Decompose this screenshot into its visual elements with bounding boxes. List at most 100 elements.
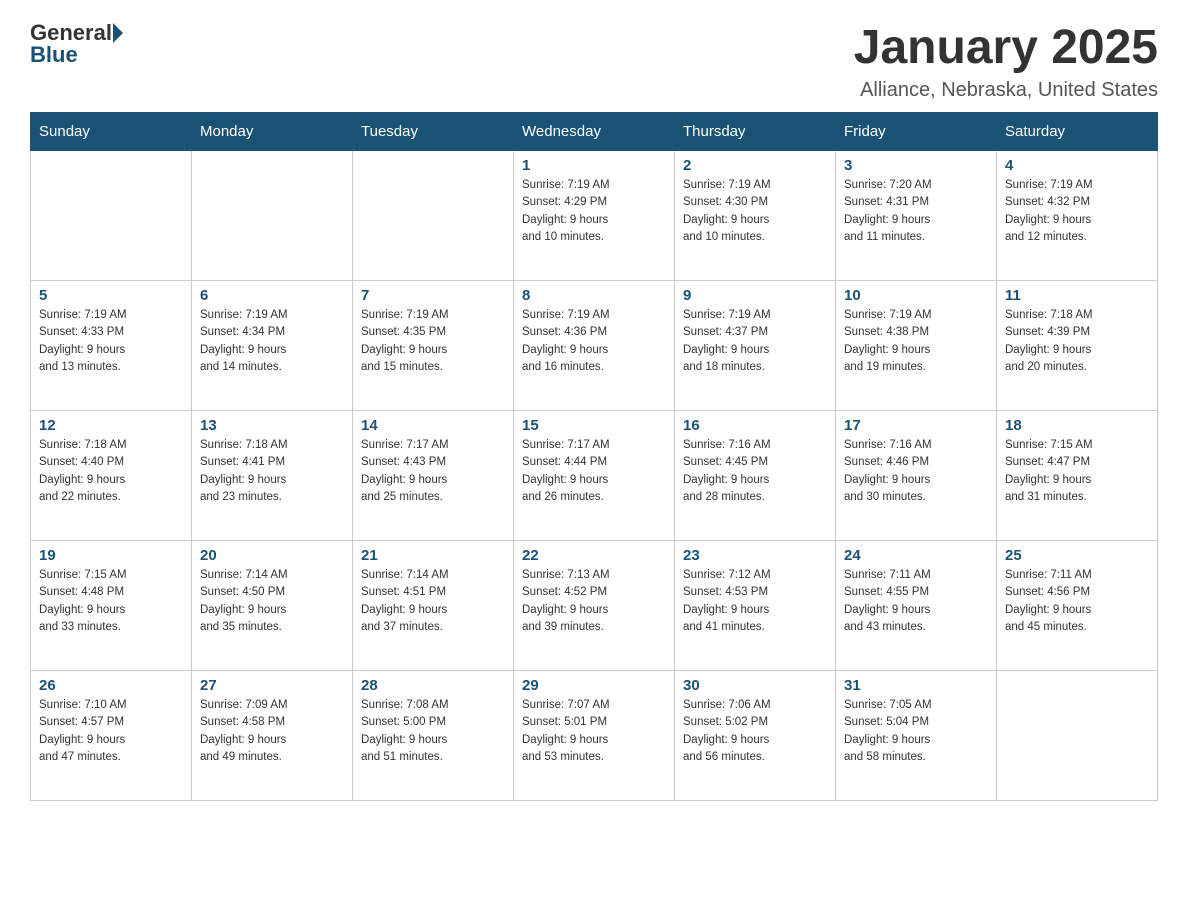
weekday-header-saturday: Saturday — [997, 113, 1158, 151]
calendar-week-2: 5 Sunrise: 7:19 AMSunset: 4:33 PMDaylight… — [31, 281, 1158, 411]
calendar-cell: 19 Sunrise: 7:15 AMSunset: 4:48 PMDayligh… — [31, 541, 192, 671]
day-info: Sunrise: 7:19 AMSunset: 4:36 PMDaylight:… — [522, 307, 666, 376]
day-info: Sunrise: 7:19 AMSunset: 4:33 PMDaylight:… — [39, 307, 183, 376]
day-number: 29 — [522, 677, 666, 694]
day-info: Sunrise: 7:18 AMSunset: 4:41 PMDaylight:… — [200, 437, 344, 506]
day-info: Sunrise: 7:11 AMSunset: 4:55 PMDaylight:… — [844, 567, 988, 636]
calendar-cell: 23Sunrise: 7:12 AMSunset: 4:53 PMDayligh… — [675, 541, 836, 671]
weekday-header-sunday: Sunday — [31, 113, 192, 151]
calendar-table: SundayMondayTuesdayWednesdayThursdayFrid… — [30, 112, 1158, 801]
logo: General Blue — [30, 20, 124, 68]
calendar-cell: 8 Sunrise: 7:19 AMSunset: 4:36 PMDaylight… — [514, 281, 675, 411]
day-info: Sunrise: 7:14 AMSunset: 4:51 PMDaylight:… — [361, 567, 505, 636]
day-info: Sunrise: 7:05 AMSunset: 5:04 PMDaylight:… — [844, 697, 988, 766]
day-info: Sunrise: 7:16 AMSunset: 4:46 PMDaylight:… — [844, 437, 988, 506]
calendar-body: 1Sunrise: 7:19 AMSunset: 4:29 PMDaylight… — [31, 151, 1158, 801]
weekday-header-thursday: Thursday — [675, 113, 836, 151]
calendar-cell: 16 Sunrise: 7:16 AMSunset: 4:45 PMDayligh… — [675, 411, 836, 541]
calendar-cell: 3 Sunrise: 7:20 AMSunset: 4:31 PMDaylight… — [836, 151, 997, 281]
day-info: Sunrise: 7:18 AMSunset: 4:39 PMDaylight:… — [1005, 307, 1149, 376]
day-number: 16 — [683, 417, 827, 434]
day-number: 18 — [1005, 417, 1149, 434]
day-number: 6 — [200, 287, 344, 304]
day-number: 15 — [522, 417, 666, 434]
calendar-week-1: 1Sunrise: 7:19 AMSunset: 4:29 PMDaylight… — [31, 151, 1158, 281]
calendar-cell: 28Sunrise: 7:08 AMSunset: 5:00 PMDayligh… — [353, 671, 514, 801]
day-info: Sunrise: 7:06 AMSunset: 5:02 PMDaylight:… — [683, 697, 827, 766]
day-info: Sunrise: 7:09 AMSunset: 4:58 PMDaylight:… — [200, 697, 344, 766]
day-info: Sunrise: 7:14 AMSunset: 4:50 PMDaylight:… — [200, 567, 344, 636]
day-info: Sunrise: 7:17 AMSunset: 4:44 PMDaylight:… — [522, 437, 666, 506]
day-number: 11 — [1005, 287, 1149, 304]
calendar-cell — [353, 151, 514, 281]
weekday-header-friday: Friday — [836, 113, 997, 151]
day-number: 3 — [844, 157, 988, 174]
calendar-cell: 18 Sunrise: 7:15 AMSunset: 4:47 PMDayligh… — [997, 411, 1158, 541]
day-info: Sunrise: 7:15 AMSunset: 4:47 PMDaylight:… — [1005, 437, 1149, 506]
calendar-cell: 29 Sunrise: 7:07 AMSunset: 5:01 PMDayligh… — [514, 671, 675, 801]
day-info: Sunrise: 7:19 AMSunset: 4:34 PMDaylight:… — [200, 307, 344, 376]
day-number: 20 — [200, 547, 344, 564]
day-info: Sunrise: 7:13 AMSunset: 4:52 PMDaylight:… — [522, 567, 666, 636]
day-number: 4 — [1005, 157, 1149, 174]
day-info: Sunrise: 7:12 AMSunset: 4:53 PMDaylight:… — [683, 567, 827, 636]
calendar-cell: 1Sunrise: 7:19 AMSunset: 4:29 PMDaylight… — [514, 151, 675, 281]
calendar-cell — [31, 151, 192, 281]
day-info: Sunrise: 7:11 AMSunset: 4:56 PMDaylight:… — [1005, 567, 1149, 636]
calendar-cell: 6 Sunrise: 7:19 AMSunset: 4:34 PMDaylight… — [192, 281, 353, 411]
day-info: Sunrise: 7:19 AMSunset: 4:35 PMDaylight:… — [361, 307, 505, 376]
calendar-cell: 24 Sunrise: 7:11 AMSunset: 4:55 PMDayligh… — [836, 541, 997, 671]
day-number: 9 — [683, 287, 827, 304]
calendar-cell: 9 Sunrise: 7:19 AMSunset: 4:37 PMDaylight… — [675, 281, 836, 411]
day-info: Sunrise: 7:08 AMSunset: 5:00 PMDaylight:… — [361, 697, 505, 766]
day-number: 5 — [39, 287, 183, 304]
location-title: Alliance, Nebraska, United States — [854, 79, 1158, 102]
calendar-header: SundayMondayTuesdayWednesdayThursdayFrid… — [31, 113, 1158, 151]
calendar-cell: 7 Sunrise: 7:19 AMSunset: 4:35 PMDaylight… — [353, 281, 514, 411]
day-info: Sunrise: 7:20 AMSunset: 4:31 PMDaylight:… — [844, 177, 988, 246]
day-number: 22 — [522, 547, 666, 564]
day-number: 2 — [683, 157, 827, 174]
day-number: 14 — [361, 417, 505, 434]
calendar-cell: 31Sunrise: 7:05 AMSunset: 5:04 PMDayligh… — [836, 671, 997, 801]
day-number: 1 — [522, 157, 666, 174]
calendar-cell: 17 Sunrise: 7:16 AMSunset: 4:46 PMDayligh… — [836, 411, 997, 541]
day-number: 8 — [522, 287, 666, 304]
day-number: 12 — [39, 417, 183, 434]
day-info: Sunrise: 7:16 AMSunset: 4:45 PMDaylight:… — [683, 437, 827, 506]
calendar-cell: 27 Sunrise: 7:09 AMSunset: 4:58 PMDayligh… — [192, 671, 353, 801]
day-number: 24 — [844, 547, 988, 564]
day-info: Sunrise: 7:19 AMSunset: 4:32 PMDaylight:… — [1005, 177, 1149, 246]
calendar-week-3: 12 Sunrise: 7:18 AMSunset: 4:40 PMDayligh… — [31, 411, 1158, 541]
day-number: 7 — [361, 287, 505, 304]
day-number: 19 — [39, 547, 183, 564]
calendar-cell: 4 Sunrise: 7:19 AMSunset: 4:32 PMDaylight… — [997, 151, 1158, 281]
day-number: 21 — [361, 547, 505, 564]
calendar-cell: 13 Sunrise: 7:18 AMSunset: 4:41 PMDayligh… — [192, 411, 353, 541]
calendar-cell: 15 Sunrise: 7:17 AMSunset: 4:44 PMDayligh… — [514, 411, 675, 541]
calendar-cell — [997, 671, 1158, 801]
day-number: 27 — [200, 677, 344, 694]
day-info: Sunrise: 7:07 AMSunset: 5:01 PMDaylight:… — [522, 697, 666, 766]
day-number: 17 — [844, 417, 988, 434]
day-info: Sunrise: 7:17 AMSunset: 4:43 PMDaylight:… — [361, 437, 505, 506]
weekday-header-tuesday: Tuesday — [353, 113, 514, 151]
logo-arrow-icon — [113, 23, 123, 43]
day-number: 13 — [200, 417, 344, 434]
calendar-cell: 5 Sunrise: 7:19 AMSunset: 4:33 PMDaylight… — [31, 281, 192, 411]
month-title: January 2025 — [854, 20, 1158, 75]
day-number: 10 — [844, 287, 988, 304]
day-info: Sunrise: 7:19 AMSunset: 4:30 PMDaylight:… — [683, 177, 827, 246]
day-number: 25 — [1005, 547, 1149, 564]
calendar-cell: 12 Sunrise: 7:18 AMSunset: 4:40 PMDayligh… — [31, 411, 192, 541]
day-info: Sunrise: 7:19 AMSunset: 4:37 PMDaylight:… — [683, 307, 827, 376]
page-header: General Blue January 2025 Alliance, Nebr… — [30, 20, 1158, 102]
weekday-header-wednesday: Wednesday — [514, 113, 675, 151]
day-info: Sunrise: 7:15 AMSunset: 4:48 PMDaylight:… — [39, 567, 183, 636]
day-info: Sunrise: 7:18 AMSunset: 4:40 PMDaylight:… — [39, 437, 183, 506]
calendar-cell: 14 Sunrise: 7:17 AMSunset: 4:43 PMDayligh… — [353, 411, 514, 541]
title-section: January 2025 Alliance, Nebraska, United … — [854, 20, 1158, 102]
day-number: 30 — [683, 677, 827, 694]
calendar-week-4: 19 Sunrise: 7:15 AMSunset: 4:48 PMDayligh… — [31, 541, 1158, 671]
calendar-cell: 22 Sunrise: 7:13 AMSunset: 4:52 PMDayligh… — [514, 541, 675, 671]
